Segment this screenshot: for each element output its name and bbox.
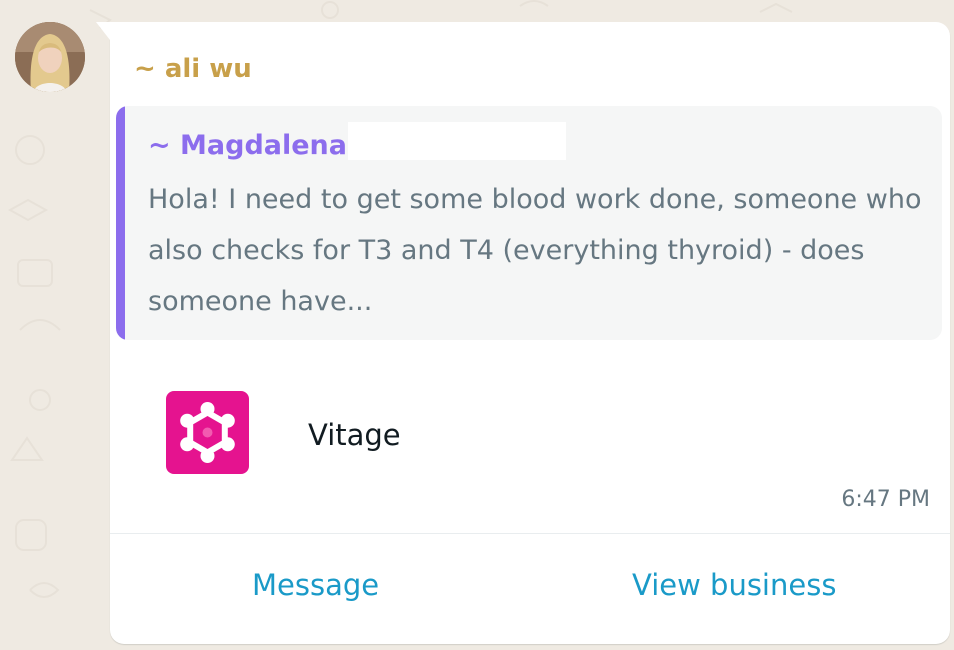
avatar-photo-icon xyxy=(15,22,85,92)
view-business-button[interactable]: View business xyxy=(632,565,836,605)
quoted-text: Hola! I need to get some blood work done… xyxy=(148,184,922,317)
vitage-logo-icon[interactable] xyxy=(166,391,249,474)
sender-name[interactable]: ~ ali wu xyxy=(134,52,252,86)
quote-accent-bar xyxy=(116,106,125,340)
message-button[interactable]: Message xyxy=(252,565,379,605)
message-bubble: ~ ali wu ~ Magdalena Hola! I need to get… xyxy=(96,22,950,644)
quoted-message[interactable]: ~ Magdalena Hola! I need to get some blo… xyxy=(116,106,942,340)
redacted-name-block xyxy=(348,122,566,160)
message-timestamp: 6:47 PM xyxy=(841,487,930,512)
actions-divider xyxy=(110,533,950,534)
business-name[interactable]: Vitage xyxy=(308,416,401,454)
bubble-tail xyxy=(96,22,110,40)
sender-avatar[interactable] xyxy=(15,22,85,92)
quoted-author: ~ Magdalena xyxy=(148,130,347,161)
